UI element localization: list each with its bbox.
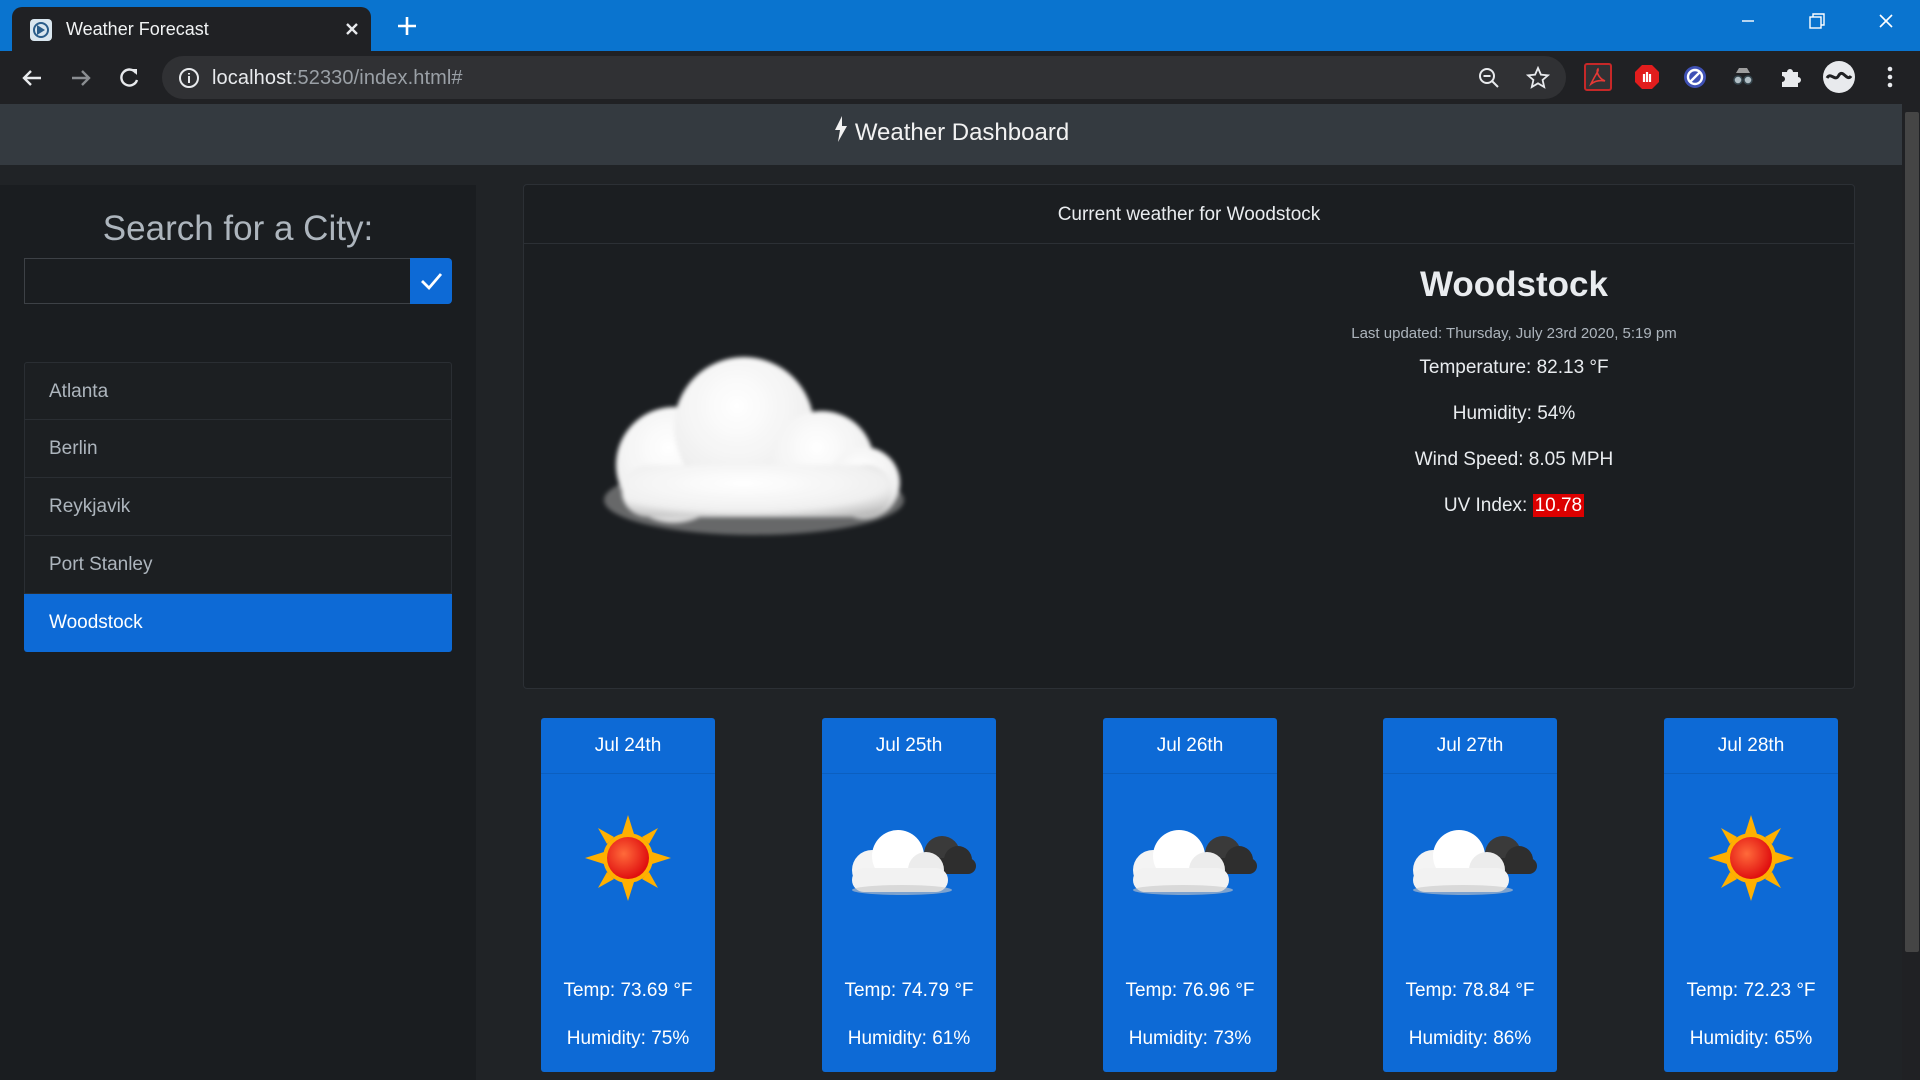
forecast-date: Jul 25th: [822, 718, 996, 774]
forecast-date: Jul 24th: [541, 718, 715, 774]
sidebar: Search for a City: Atlanta Berlin Reykja…: [0, 185, 476, 1080]
pdf-extension-icon[interactable]: [1584, 63, 1612, 91]
block-extension-icon[interactable]: [1681, 63, 1709, 91]
profile-avatar[interactable]: [1822, 60, 1856, 94]
cloud-icon: [1383, 808, 1557, 908]
current-weather-header: Current weather for Woodstock: [524, 185, 1854, 244]
lightning-icon: [834, 116, 847, 142]
browser-menu-icon[interactable]: [1876, 63, 1904, 91]
back-arrow-icon[interactable]: [15, 61, 49, 95]
forecast-temp: Temp: 74.79 °F: [844, 980, 974, 1001]
forecast-humidity: Humidity: 61%: [847, 1028, 971, 1049]
browser-tab[interactable]: Weather Forecast: [12, 7, 371, 51]
extensions-puzzle-icon[interactable]: [1777, 63, 1805, 91]
browser-titlebar: Weather Forecast: [0, 0, 1920, 51]
cloud-icon: [594, 345, 914, 545]
uv-badge: 10.78: [1532, 494, 1585, 517]
current-temperature: Temperature: 82.13 °F: [1419, 357, 1609, 378]
current-humidity: Humidity: 54%: [1452, 403, 1576, 424]
forecast-humidity: Humidity: 75%: [566, 1028, 690, 1049]
restore-icon[interactable]: [1782, 0, 1850, 44]
tab-favicon-icon: [30, 19, 52, 41]
url-text: localhost:52330/index.html#: [212, 67, 463, 90]
close-window-icon[interactable]: [1852, 0, 1920, 44]
cloud-icon: [822, 808, 996, 908]
last-updated: Last updated: Thursday, July 23rd 2020, …: [1351, 325, 1677, 342]
forecast-humidity: Humidity: 73%: [1128, 1028, 1252, 1049]
forecast-humidity: Humidity: 86%: [1408, 1028, 1532, 1049]
current-uv-index: UV Index: 10.78: [1264, 494, 1764, 517]
forecast-temp: Temp: 72.23 °F: [1686, 980, 1816, 1001]
forecast-temp: Temp: 78.84 °F: [1405, 980, 1535, 1001]
site-info-icon[interactable]: [178, 67, 200, 94]
forecast-temp: Temp: 76.96 °F: [1125, 980, 1255, 1001]
search-button[interactable]: [410, 258, 452, 304]
forecast-card: Jul 27th Temp: 78.84 °F Humidity: 86%: [1383, 718, 1557, 1072]
search-input[interactable]: [24, 258, 410, 304]
brand-text: Weather Dashboard: [854, 119, 1070, 146]
current-wind-speed: Wind Speed: 8.05 MPH: [1414, 449, 1614, 470]
city-item-reykjavik[interactable]: Reykjavik: [24, 478, 452, 536]
current-weather-info: Woodstock Last updated: Thursday, July 2…: [1264, 265, 1764, 541]
uv-label: UV Index:: [1443, 495, 1528, 516]
reload-icon[interactable]: [112, 61, 146, 95]
zoom-icon[interactable]: [1477, 66, 1501, 95]
city-item-woodstock[interactable]: Woodstock: [24, 594, 452, 652]
forecast-card: Jul 26th Temp: 76.96 °F Humidity: 73%: [1103, 718, 1277, 1072]
page-content: Weather Dashboard Search for a City: Atl…: [0, 104, 1902, 1080]
address-bar[interactable]: localhost:52330/index.html#: [162, 56, 1566, 99]
sun-icon: [1664, 808, 1838, 908]
new-tab-icon[interactable]: [392, 11, 422, 41]
city-list: Atlanta Berlin Reykjavik Port Stanley Wo…: [24, 362, 452, 652]
forecast-card: Jul 25th Temp: 74.79 °F Humidity: 61%: [822, 718, 996, 1072]
forecast-card: Jul 24th Temp: 73.69 °F Humidity: 75%: [541, 718, 715, 1072]
forward-arrow-icon[interactable]: [64, 61, 98, 95]
spy-extension-icon[interactable]: [1729, 63, 1757, 91]
checkmark-icon: [421, 273, 443, 291]
navbar: Weather Dashboard: [0, 104, 1902, 165]
forecast-card: Jul 28th Temp: 72.23 °F Humidity: 65%: [1664, 718, 1838, 1072]
city-item-berlin[interactable]: Berlin: [24, 420, 452, 478]
search-heading: Search for a City:: [102, 209, 374, 248]
forecast-date: Jul 28th: [1664, 718, 1838, 774]
city-item-port-stanley[interactable]: Port Stanley: [24, 536, 452, 594]
forecast-date: Jul 26th: [1103, 718, 1277, 774]
sun-icon: [541, 808, 715, 908]
forecast-humidity: Humidity: 65%: [1689, 1028, 1813, 1049]
navbar-brand[interactable]: Weather Dashboard: [0, 116, 1902, 147]
forecast-date: Jul 27th: [1383, 718, 1557, 774]
current-city-name: Woodstock: [1420, 265, 1608, 304]
cloud-icon: [1103, 808, 1277, 908]
tab-title: Weather Forecast: [66, 19, 209, 39]
tab-close-icon[interactable]: [339, 16, 365, 42]
browser-toolbar: localhost:52330/index.html#: [0, 51, 1920, 104]
url-host: localhost: [212, 67, 292, 89]
current-weather-card: Current weather for Woodstock Woodstock …: [523, 184, 1855, 689]
url-path: :52330/index.html#: [291, 67, 463, 89]
scrollbar-thumb[interactable]: [1905, 112, 1919, 952]
adblock-extension-icon[interactable]: [1633, 63, 1661, 91]
minimize-icon[interactable]: [1714, 0, 1782, 44]
page-scrollbar[interactable]: [1902, 104, 1920, 1080]
forecast-temp: Temp: 73.69 °F: [563, 980, 693, 1001]
city-item-atlanta[interactable]: Atlanta: [24, 362, 452, 420]
bookmark-star-icon[interactable]: [1525, 65, 1551, 95]
